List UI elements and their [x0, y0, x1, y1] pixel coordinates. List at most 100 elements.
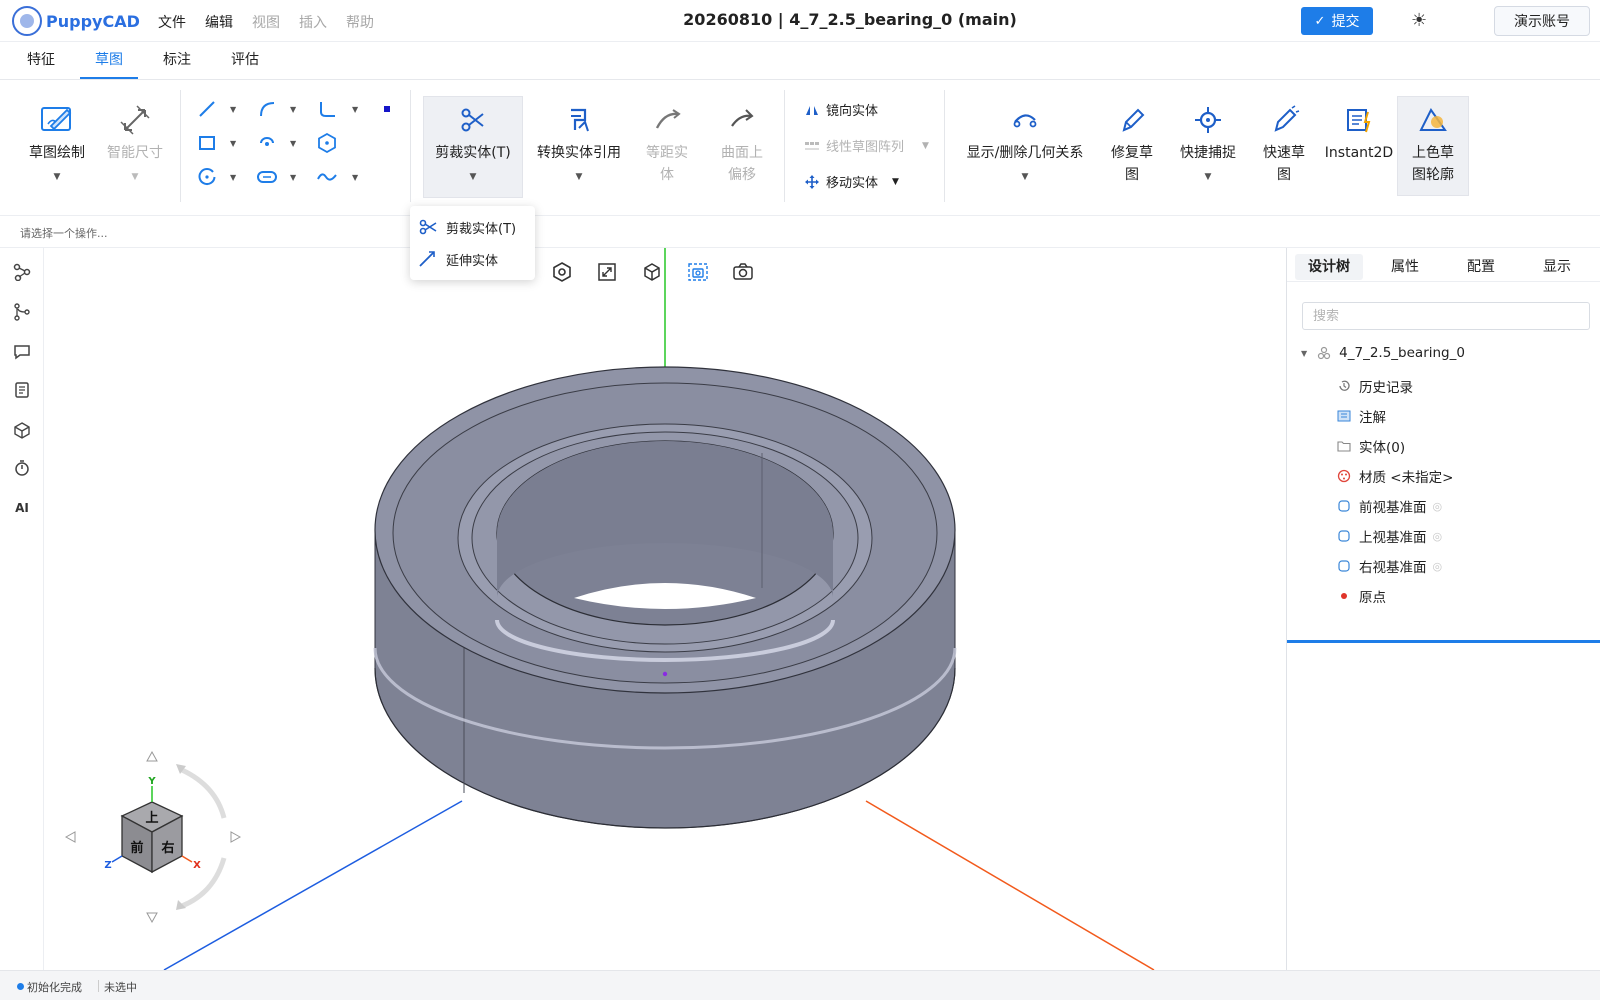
arc-tool-icon[interactable]	[254, 96, 280, 122]
submit-button[interactable]: ✓ 提交	[1301, 7, 1373, 35]
tree-node-material[interactable]: 材质 <未指定>	[1337, 466, 1453, 486]
logo-mark-icon	[12, 6, 42, 36]
menu-view[interactable]: 视图	[252, 12, 280, 32]
sun-icon[interactable]: ☀	[1411, 10, 1427, 31]
offset-entities-button[interactable]: 等距实 体	[638, 102, 696, 186]
caret-down-icon[interactable]: ▼	[290, 139, 296, 148]
submit-label: 提交	[1331, 14, 1360, 30]
tree-node-annotations[interactable]: 注解	[1337, 406, 1386, 426]
instant2d-button[interactable]: Instant2D	[1322, 102, 1396, 164]
surface-offset-button[interactable]: 曲面上 偏移	[712, 102, 772, 186]
menu-bar: 文件 编辑 视图 插入 帮助	[158, 12, 393, 32]
hidden-eye-icon[interactable]: ◎	[1433, 530, 1443, 543]
caret-down-icon[interactable]: ▼	[230, 105, 236, 114]
tab-display[interactable]: 显示	[1523, 254, 1591, 280]
scissors-icon	[419, 219, 437, 235]
3d-viewport[interactable]: 上 前 右 Y Z X	[44, 248, 1286, 970]
menu-insert[interactable]: 插入	[299, 12, 327, 32]
convert-entities-button[interactable]: 转换实体引用 ▼	[530, 102, 628, 188]
timer-icon[interactable]	[12, 458, 32, 478]
panel-divider[interactable]	[1287, 640, 1600, 643]
tab-sketch[interactable]: 草图	[80, 42, 138, 79]
menu-help[interactable]: 帮助	[346, 12, 374, 32]
view-orient-icon[interactable]	[550, 260, 574, 284]
list-icon[interactable]	[12, 380, 32, 400]
move-label: 移动实体	[826, 176, 879, 191]
fillet-tool-icon[interactable]	[314, 96, 340, 122]
tree-node-label: 材质 <未指定>	[1359, 470, 1454, 486]
mirror-entities-button[interactable]: 镜向实体	[804, 100, 878, 119]
tree-node-origin[interactable]: 原点	[1337, 586, 1386, 606]
caret-down-icon[interactable]: ▼	[530, 166, 628, 188]
view-cube[interactable]: 上 前 右 Y Z X	[58, 748, 258, 938]
plane-icon	[1337, 499, 1351, 513]
line-tool-icon[interactable]	[194, 96, 220, 122]
hidden-eye-icon[interactable]: ◎	[1433, 560, 1443, 573]
caret-down-icon[interactable]: ▼	[352, 173, 358, 182]
ai-assistant-button[interactable]: AI	[12, 498, 32, 518]
quick-snap-label: 快捷捕捉	[1180, 145, 1236, 161]
caret-down-icon[interactable]: ▼	[20, 166, 94, 188]
caret-down-icon[interactable]: ▼	[423, 166, 523, 188]
camera-icon[interactable]	[731, 260, 755, 284]
caret-down-icon[interactable]: ▼	[100, 166, 170, 188]
sketch-draw-button[interactable]: 草图绘制 ▼	[20, 102, 94, 188]
caret-down-icon[interactable]: ▼	[1172, 166, 1244, 188]
move-icon	[805, 174, 819, 189]
quick-snap-button[interactable]: 快捷捕捉 ▼	[1172, 102, 1244, 188]
rectangle-tool-icon[interactable]	[194, 130, 220, 156]
trim-entities-button[interactable]: 剪裁实体(T) ▼	[423, 102, 523, 188]
caret-down-icon[interactable]: ▼	[1301, 349, 1307, 358]
smart-dimension-button[interactable]: 智能尺寸 ▼	[100, 102, 170, 188]
rapid-sketch-button[interactable]: 快速草 图	[1254, 102, 1314, 186]
tab-properties[interactable]: 属性	[1371, 254, 1439, 280]
dropdown-item-trim[interactable]: 剪裁实体(T)	[418, 214, 516, 240]
colorize-label-2: 图轮廓	[1412, 167, 1454, 183]
caret-down-icon[interactable]: ▼	[960, 166, 1090, 188]
tree-search-input[interactable]	[1302, 302, 1590, 330]
offset-label-1: 等距实	[646, 145, 688, 161]
menu-file[interactable]: 文件	[158, 12, 186, 32]
caret-down-icon[interactable]: ▼	[922, 141, 929, 151]
tree-node-solids[interactable]: 实体(0)	[1337, 436, 1405, 456]
colorize-contour-button[interactable]: 上色草 图轮廓	[1397, 102, 1469, 186]
comment-icon[interactable]	[12, 342, 32, 362]
tab-evaluate[interactable]: 评估	[224, 42, 266, 79]
caret-down-icon[interactable]: ▼	[230, 139, 236, 148]
tree-root[interactable]: ▼ 4_7_2.5_bearing_0	[1301, 345, 1465, 361]
tab-configuration[interactable]: 配置	[1447, 254, 1515, 280]
tab-annotation[interactable]: 标注	[156, 42, 198, 79]
part-icon[interactable]	[12, 420, 32, 440]
menu-edit[interactable]: 编辑	[205, 12, 233, 32]
tab-features[interactable]: 特征	[20, 42, 62, 79]
tree-node-right-plane[interactable]: 右视基准面 ◎	[1337, 556, 1442, 576]
cube-view-icon[interactable]	[640, 260, 664, 284]
caret-down-icon[interactable]: ▼	[230, 173, 236, 182]
circle-tool-icon[interactable]	[194, 164, 220, 190]
caret-down-icon[interactable]: ▼	[892, 177, 899, 187]
straight-slot-tool-icon[interactable]	[254, 164, 280, 190]
linear-pattern-button[interactable]: 线性草图阵列 ▼	[804, 136, 929, 155]
point-tool-icon[interactable]	[374, 96, 400, 122]
account-button[interactable]: 演示账号	[1494, 6, 1590, 36]
caret-down-icon[interactable]: ▼	[290, 105, 296, 114]
slot-tool-icon[interactable]	[254, 130, 280, 156]
snapshot-region-icon[interactable]	[686, 260, 710, 284]
tab-design-tree[interactable]: 设计树	[1295, 254, 1363, 280]
tree-node-history[interactable]: 历史记录	[1337, 376, 1413, 396]
repair-sketch-button[interactable]: 修复草 图	[1102, 102, 1162, 186]
fit-icon[interactable]	[595, 260, 619, 284]
app-logo[interactable]: PuppyCAD	[12, 6, 140, 36]
caret-down-icon[interactable]: ▼	[352, 105, 358, 114]
caret-down-icon[interactable]: ▼	[290, 173, 296, 182]
tree-node-top-plane[interactable]: 上视基准面 ◎	[1337, 526, 1442, 546]
move-entities-button[interactable]: 移动实体 ▼	[804, 172, 899, 191]
sketch-tree-icon[interactable]	[12, 262, 32, 282]
polygon-tool-icon[interactable]	[314, 130, 340, 156]
display-relations-button[interactable]: 显示/删除几何关系 ▼	[960, 102, 1090, 188]
dropdown-item-extend[interactable]: 延伸实体	[418, 246, 498, 272]
tree-node-front-plane[interactable]: 前视基准面 ◎	[1337, 496, 1442, 516]
spline-tool-icon[interactable]	[314, 164, 340, 190]
branch-icon[interactable]	[12, 302, 32, 322]
hidden-eye-icon[interactable]: ◎	[1433, 500, 1443, 513]
